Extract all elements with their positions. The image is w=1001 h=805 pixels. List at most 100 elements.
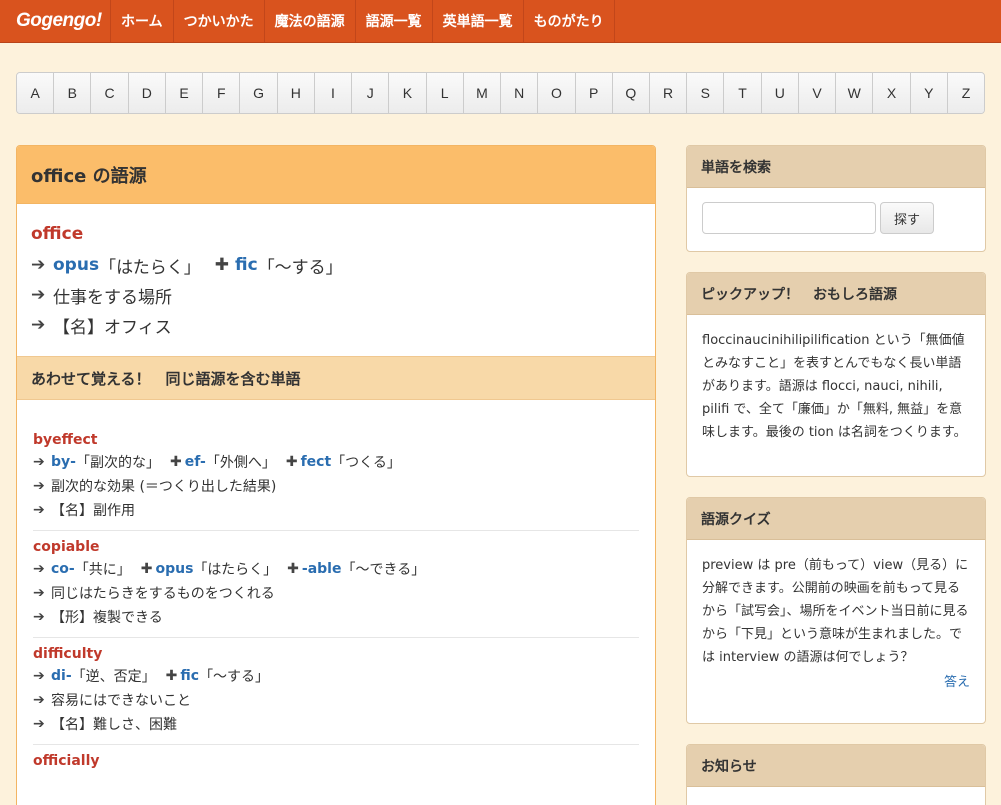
related-words-heading: あわせて覚える！ 同じ語源を含む単語 <box>17 356 655 400</box>
related-words-list: byeffect ➔ by- 「副次的な」 ✚ ef- 「外側へ」 ✚ fect 「つくる」 ➔ 副次… <box>17 400 655 779</box>
root-meaning: 「〜できる」 <box>341 562 426 578</box>
letter-button-n[interactable]: N <box>501 73 539 113</box>
related-definition: 【名】副作用 <box>51 503 135 519</box>
arrow-right-icon: ➔ <box>33 478 45 494</box>
search-panel-title: 単語を検索 <box>687 146 985 188</box>
search-form: 探す <box>687 188 985 248</box>
nav-etymology-list[interactable]: 語源一覧 <box>354 0 432 42</box>
related-definition-line: ➔ 【形】複製できる <box>33 605 639 629</box>
letter-button-l[interactable]: L <box>426 73 464 113</box>
letter-button-r[interactable]: R <box>649 73 688 113</box>
root-link[interactable]: fic <box>235 255 258 275</box>
top-navbar: Gogengo! ホーム つかいかた 魔法の語源 語源一覧 英単語一覧 ものがた… <box>0 0 1001 43</box>
letter-button-g[interactable]: G <box>240 73 278 113</box>
letter-button-d[interactable]: D <box>128 73 166 113</box>
etymology-panel: office の語源 office ➔ opus 「はたらく」 ✚ fic 「〜… <box>16 145 656 805</box>
letter-button-o[interactable]: O <box>538 73 576 113</box>
letter-button-c[interactable]: C <box>91 73 129 113</box>
letter-button-p[interactable]: P <box>575 73 613 113</box>
site-logo[interactable]: Gogengo! <box>0 0 110 42</box>
related-etymology-line: ➔ by- 「副次的な」 ✚ ef- 「外側へ」 ✚ fect 「つくる」 <box>33 450 639 474</box>
search-button[interactable]: 探す <box>880 202 934 234</box>
arrow-right-icon: ➔ <box>33 668 45 684</box>
nav-howto[interactable]: つかいかた <box>172 0 264 42</box>
plus-icon: ✚ <box>214 255 229 275</box>
root-link[interactable]: ef- <box>185 454 206 470</box>
nav-magic-etymology[interactable]: 魔法の語源 <box>263 0 355 42</box>
related-word-title[interactable]: difficulty <box>33 646 639 662</box>
letter-button-k[interactable]: K <box>389 73 427 113</box>
related-word-item: difficulty ➔ di- 「逆、否定」 ✚ fic 「〜する」 ➔ 容易にはできないこと… <box>33 638 639 745</box>
quiz-panel: 語源クイズ preview は pre（前もって）view（見る）に分解できます… <box>686 497 986 724</box>
related-definition-line: ➔ 【名】難しさ、困難 <box>33 712 639 736</box>
letter-button-j[interactable]: J <box>352 73 390 113</box>
related-etymology-line: ➔ di- 「逆、否定」 ✚ fic 「〜する」 <box>33 664 639 688</box>
root-meaning: 「副次的な」 <box>75 455 160 471</box>
plus-icon: ✚ <box>165 668 178 684</box>
root-meaning: 「はたらく」 <box>99 257 201 278</box>
arrow-right-icon: ➔ <box>31 285 46 305</box>
related-definition: 【名】難しさ、困難 <box>51 717 177 733</box>
arrow-right-icon: ➔ <box>33 561 45 577</box>
root-link[interactable]: di- <box>51 668 72 684</box>
arrow-right-icon: ➔ <box>31 315 46 335</box>
arrow-right-icon: ➔ <box>33 716 45 732</box>
nav-stories[interactable]: ものがたり <box>522 0 615 42</box>
arrow-right-icon: ➔ <box>33 609 45 625</box>
quiz-text: preview は pre（前もって）view（見る）に分解できます。公開前の映… <box>702 558 969 665</box>
search-input[interactable] <box>702 202 876 234</box>
related-word-title[interactable]: officially <box>33 753 639 769</box>
root-link[interactable]: opus <box>53 255 99 275</box>
news-panel-title: お知らせ <box>687 745 985 787</box>
letter-button-w[interactable]: W <box>836 73 874 113</box>
nav-word-list[interactable]: 英単語一覧 <box>431 0 523 42</box>
letter-button-f[interactable]: F <box>203 73 241 113</box>
letter-button-z[interactable]: Z <box>947 73 984 113</box>
root-link[interactable]: fect <box>301 454 332 470</box>
root-link[interactable]: -able <box>302 561 342 577</box>
arrow-right-icon: ➔ <box>33 692 45 708</box>
letter-button-u[interactable]: U <box>761 73 799 113</box>
root-meaning: 「〜する」 <box>199 669 270 685</box>
word-title: office <box>31 224 84 244</box>
arrow-right-icon: ➔ <box>33 454 45 470</box>
letter-button-x[interactable]: X <box>873 73 911 113</box>
word-meaning: 仕事をする場所 <box>53 287 172 308</box>
arrow-right-icon: ➔ <box>33 585 45 601</box>
definition-line: ➔ 【名】オフィス <box>31 310 641 340</box>
related-meaning: 同じはたらきをするものをつくれる <box>51 586 275 602</box>
quiz-body: preview は pre（前もって）view（見る）に分解できます。公開前の映… <box>687 540 985 708</box>
letter-button-e[interactable]: E <box>165 73 204 113</box>
root-link[interactable]: fic <box>180 668 199 684</box>
letter-button-v[interactable]: V <box>798 73 837 113</box>
related-definition-line: ➔ 【名】副作用 <box>33 498 639 522</box>
letter-button-a[interactable]: A <box>17 73 55 113</box>
plus-icon: ✚ <box>169 454 182 470</box>
nav-home[interactable]: ホーム <box>110 0 173 42</box>
arrow-right-icon: ➔ <box>31 255 46 275</box>
plus-icon: ✚ <box>140 561 153 577</box>
quiz-panel-title: 語源クイズ <box>687 498 985 540</box>
letter-button-q[interactable]: Q <box>612 73 650 113</box>
root-link[interactable]: opus <box>155 561 193 577</box>
quiz-answer-link[interactable]: 答え <box>702 671 970 694</box>
related-word-title[interactable]: byeffect <box>33 432 639 448</box>
root-link[interactable]: co- <box>51 561 75 577</box>
letter-button-h[interactable]: H <box>277 73 315 113</box>
plus-icon: ✚ <box>285 454 298 470</box>
arrow-right-icon: ➔ <box>33 502 45 518</box>
related-word-item: copiable ➔ co- 「共に」 ✚ opus 「はたらく」 ✚ -able 「〜できる」 ➔… <box>33 531 639 638</box>
root-meaning: 「共に」 <box>74 562 131 578</box>
letter-button-i[interactable]: I <box>314 73 353 113</box>
root-meaning: 「逆、否定」 <box>71 669 156 685</box>
root-link[interactable]: by- <box>51 454 76 470</box>
related-word-title[interactable]: copiable <box>33 539 639 555</box>
letter-button-t[interactable]: T <box>724 73 762 113</box>
letter-button-m[interactable]: M <box>463 73 502 113</box>
etymology-line: ➔ opus 「はたらく」 ✚ fic 「〜する」 <box>31 250 641 280</box>
letter-button-y[interactable]: Y <box>910 73 948 113</box>
letter-button-s[interactable]: S <box>687 73 725 113</box>
related-meaning: 容易にはできないこと <box>51 693 191 709</box>
related-definition: 【形】複製できる <box>51 610 163 626</box>
letter-button-b[interactable]: B <box>54 73 92 113</box>
